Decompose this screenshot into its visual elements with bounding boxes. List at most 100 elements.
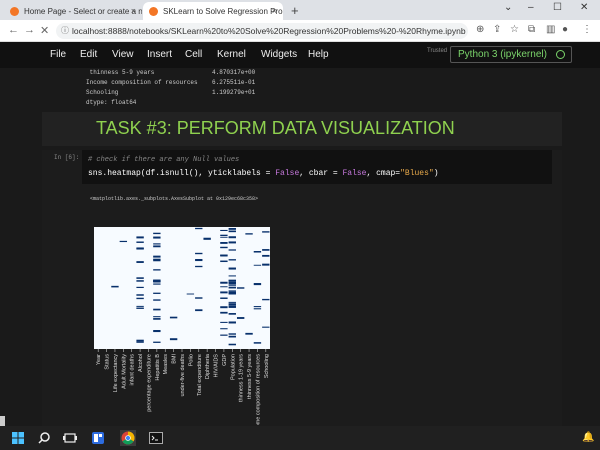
code-input[interactable]: # check if there are any Null values sns… — [82, 150, 552, 184]
bookmark-star-icon[interactable]: ☆ — [510, 24, 519, 35]
kernel-indicator[interactable]: Python 3 (ipykernel) — [450, 46, 572, 63]
heatmap-cell — [253, 283, 262, 286]
menu-kernel[interactable]: Kernel — [217, 49, 246, 60]
notification-icon[interactable]: 🔔 — [582, 432, 594, 443]
heatmap-cell — [253, 306, 262, 308]
heatmap-cell — [228, 333, 236, 335]
windows-taskbar: 🔔 — [0, 426, 600, 450]
heatmap-cell — [220, 246, 228, 248]
heatmap-cell — [228, 306, 236, 308]
maximize-icon[interactable]: ☐ — [553, 2, 562, 13]
forward-icon[interactable]: → — [24, 24, 35, 36]
heatmap-cell — [253, 264, 262, 266]
minimize-icon[interactable]: – — [528, 2, 534, 13]
heatmap-cell — [262, 263, 270, 266]
heatmap-cell — [236, 317, 245, 319]
heatmap-cell — [228, 236, 236, 238]
back-icon[interactable]: ← — [8, 24, 19, 36]
heatmap-cell — [136, 261, 144, 263]
heatmap-cell — [153, 245, 161, 248]
heatmap-cell — [136, 247, 144, 250]
info-icon: ⓘ — [61, 26, 69, 35]
heatmap-cell — [153, 341, 161, 343]
heatmap-cell — [136, 241, 144, 243]
x-tick-label: Adult Mortality — [121, 354, 127, 389]
chevron-down-icon[interactable]: ⌄ — [504, 2, 512, 13]
cell-prompt: In [6]: — [54, 154, 80, 161]
widgets-icon[interactable] — [90, 430, 106, 446]
close-window-icon[interactable]: ✕ — [580, 2, 588, 13]
section-title: TASK #3: PERFORM DATA VISUALIZATION — [96, 118, 455, 138]
heatmap-cell — [228, 292, 236, 295]
heatmap-cell — [153, 283, 161, 285]
extensions-icon[interactable]: ⧉ — [528, 24, 535, 35]
scroll-handle[interactable] — [0, 416, 5, 426]
terminal-icon[interactable] — [148, 430, 164, 446]
x-tick-label: Hepatitis B — [155, 354, 161, 381]
heatmap-cell — [153, 308, 161, 311]
menu-view[interactable]: View — [112, 49, 134, 60]
heatmap-cell — [195, 252, 203, 255]
menu-help[interactable]: Help — [308, 49, 329, 60]
x-tick-label: Status — [105, 354, 111, 370]
search-icon[interactable] — [36, 430, 52, 446]
tab-sklearn-notebook[interactable]: SKLearn to Solve Regression Pro × — [143, 2, 283, 20]
menu-file[interactable]: File — [50, 49, 66, 60]
heatmap-cell — [186, 293, 195, 295]
share-icon[interactable]: ⇪ — [493, 24, 501, 35]
stop-icon[interactable]: ✕ — [40, 24, 49, 37]
heatmap-cell — [228, 259, 236, 261]
close-icon[interactable]: × — [131, 6, 136, 16]
heatmap-cell — [228, 241, 236, 244]
x-tick-label: Total expenditure — [197, 354, 203, 396]
heatmap-column — [203, 237, 211, 240]
heatmap-cell — [220, 242, 228, 244]
heatmap-cell — [153, 243, 161, 245]
x-tick-label: Measles — [163, 354, 169, 375]
x-tick-label: Polio — [188, 354, 194, 366]
heatmap-cell — [220, 234, 228, 237]
heatmap-cell — [136, 307, 144, 309]
sidepanel-icon[interactable]: ▥ — [546, 24, 555, 35]
heatmap-cell — [195, 265, 203, 268]
heatmap-cell — [220, 334, 228, 336]
heatmap-cell — [136, 236, 144, 239]
chrome-icon[interactable] — [120, 430, 136, 446]
heatmap-cell — [228, 343, 236, 346]
tab-home-page[interactable]: Home Page - Select or create a n × — [4, 2, 142, 20]
menu-widgets[interactable]: Widgets — [261, 49, 297, 60]
heatmap-cell — [228, 228, 236, 230]
x-tick-label: BMI — [172, 354, 178, 364]
menu-edit[interactable]: Edit — [80, 49, 97, 60]
close-icon[interactable]: × — [272, 6, 277, 16]
x-tick-label: under-five deaths — [180, 354, 186, 397]
heatmap-cell — [228, 284, 236, 286]
heatmap-cell — [136, 305, 144, 307]
markdown-cell[interactable]: TASK #3: PERFORM DATA VISUALIZATION — [42, 112, 562, 146]
trusted-indicator[interactable]: Trusted — [427, 48, 447, 54]
tab-title: SKLearn to Solve Regression Pro — [163, 6, 283, 16]
browser-tab-strip: Home Page - Select or create a n × SKLea… — [0, 0, 600, 20]
more-menu-icon[interactable]: ⋮ — [582, 24, 592, 35]
code-cell[interactable]: In [6]: # check if there are any Null va… — [42, 150, 562, 426]
windows-icon[interactable] — [10, 430, 26, 446]
x-tick-label: Life expectancy — [113, 354, 119, 392]
menu-insert[interactable]: Insert — [147, 49, 172, 60]
profile-icon[interactable]: ● — [562, 24, 568, 35]
url-field[interactable]: ⓘ localhost:8888/notebooks/SKLearn%20to%… — [56, 23, 468, 39]
heatmap-cell — [228, 303, 236, 306]
heatmap-cell — [136, 277, 144, 279]
heatmap-cell — [153, 236, 161, 239]
code-token: False — [342, 169, 367, 178]
heatmap-cell — [153, 269, 161, 271]
x-tick-label: Income composition of resources — [255, 354, 261, 425]
new-tab-button[interactable]: + — [291, 3, 299, 18]
taskview-icon[interactable] — [62, 430, 78, 446]
zoom-icon[interactable]: ⊕ — [476, 24, 484, 35]
heatmap-cell — [195, 309, 203, 312]
menu-cell[interactable]: Cell — [185, 49, 202, 60]
heatmap-cell — [220, 328, 228, 330]
x-tick-label: percentage expenditure — [146, 354, 152, 412]
code-comment: # check if there are any Null values — [88, 156, 240, 164]
output-repr: <matplotlib.axes._subplots.AxesSubplot a… — [90, 196, 259, 202]
